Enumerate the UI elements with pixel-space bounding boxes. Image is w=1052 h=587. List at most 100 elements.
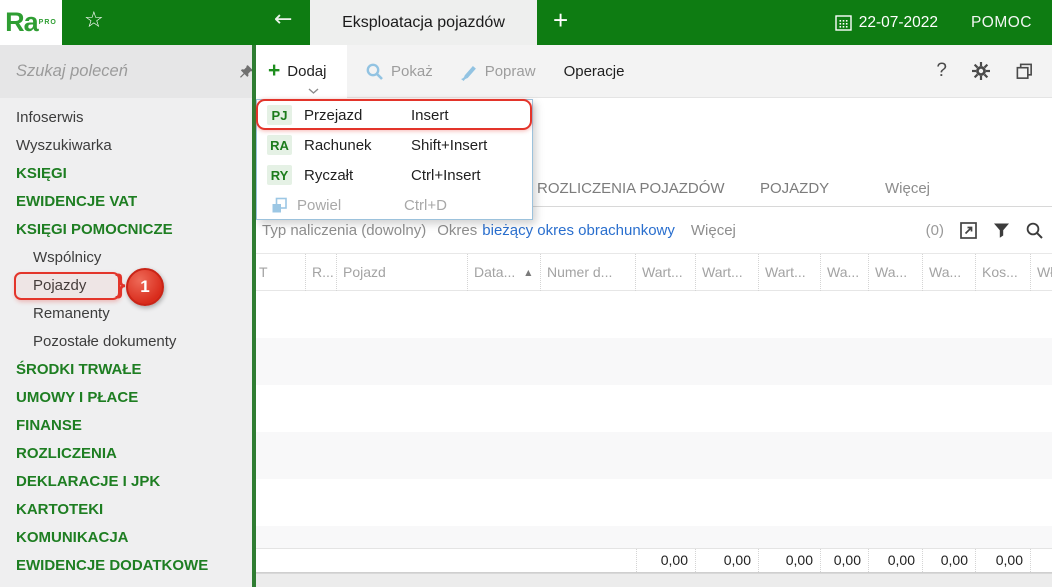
help-menu[interactable]: POMOC (971, 0, 1032, 45)
command-search-box (0, 45, 253, 98)
filter-more[interactable]: Więcej (691, 222, 736, 239)
calendar-icon (835, 15, 852, 31)
tab-wiecej[interactable]: Więcej (885, 180, 930, 197)
menu-item-powiel-shortcut: Ctrl+D (404, 196, 447, 214)
filter-type[interactable]: Typ naliczenia (dowolny) (262, 222, 426, 239)
operations-button-label: Operacje (563, 62, 625, 80)
sidebar-item-deklaracje-i-jpk[interactable]: DEKLARACJE I JPK (0, 468, 252, 496)
menu-item-przejazd-shortcut: Insert (411, 106, 449, 124)
summary-value-1: 0,00 (636, 549, 696, 572)
header-date-value: 22-07-2022 (858, 13, 938, 31)
search-icon (366, 63, 383, 80)
filter-right-controls: (0) (926, 221, 1052, 240)
sidebar-item-ksiegi[interactable]: KSIĘGI (0, 160, 252, 188)
column-header-wl[interactable]: Wł... (1031, 254, 1052, 291)
add-dropdown-menu: PJ Przejazd Insert RA Rachunek Shift+Ins… (256, 99, 533, 220)
grid-header: T R... Pojazd Data... ▲ Numer d... Wart..… (256, 254, 1052, 291)
edit-button-label: Popraw (484, 62, 536, 80)
new-tab-plus-icon[interactable]: + (553, 5, 568, 36)
filter-period-value[interactable]: bieżący okres obrachunkowy (482, 222, 675, 239)
menu-item-ryczalt[interactable]: RY Ryczałt Ctrl+Insert (257, 160, 532, 190)
sidebar-item-ewidencje-vat[interactable]: EWIDENCJE VAT (0, 188, 252, 216)
operations-button[interactable]: Operacje (554, 45, 635, 98)
sidebar-item-pojazdy[interactable]: Pojazdy (0, 272, 252, 300)
menu-item-przejazd[interactable]: PJ Przejazd Insert (257, 100, 532, 130)
column-header-wa-3[interactable]: Wa... (923, 254, 976, 291)
help-menu-label: POMOC (970, 13, 1032, 31)
summary-value-2: 0,00 (696, 549, 759, 572)
sidebar-item-remanenty[interactable]: Remanenty (0, 300, 252, 328)
sidebar: Infoserwis Wyszukiwarka KSIĘGI EWIDENCJE… (0, 45, 253, 587)
column-header-kos[interactable]: Kos... (976, 254, 1031, 291)
toolbar: + Dodaj Pokaż Popraw Operacje ? (256, 44, 1052, 98)
record-count: (0) (925, 221, 944, 239)
przejazd-badge: PJ (267, 105, 292, 125)
tab-pojazdy[interactable]: POJAZDY (760, 180, 829, 197)
menu-item-rachunek[interactable]: RA Rachunek Shift+Insert (257, 130, 532, 160)
menu-item-ryczalt-label: Ryczałt (304, 166, 354, 184)
menu-item-rachunek-shortcut: Shift+Insert (411, 136, 488, 154)
column-header-data-label: Data... (474, 264, 516, 280)
sidebar-item-srodki-trwale[interactable]: ŚRODKI TRWAŁE (0, 356, 252, 384)
rachunek-badge: RA (267, 135, 292, 155)
help-icon[interactable]: ? (936, 60, 947, 82)
column-header-data[interactable]: Data... ▲ (468, 254, 541, 291)
menu-item-powiel[interactable]: Powiel Ctrl+D (257, 190, 532, 220)
tab-rozliczenia-pojazdow[interactable]: ROZLICZENIA POJAZDÓW (537, 180, 725, 197)
command-search-input[interactable] (16, 62, 239, 81)
column-header-t[interactable]: T (256, 254, 306, 291)
header-date-control[interactable]: 22-07-2022 (835, 0, 938, 45)
app-window: Ra PRO ☆ ← Eksploatacja pojazdów + 22-07-… (0, 0, 1052, 587)
cascade-windows-icon[interactable] (1015, 62, 1034, 81)
column-header-wa-1[interactable]: Wa... (821, 254, 869, 291)
window-tab-eksploatacja-pojazdow[interactable]: Eksploatacja pojazdów (310, 0, 537, 45)
filter-funnel-icon[interactable] (993, 222, 1010, 239)
sidebar-item-pozostale-dokumenty[interactable]: Pozostałe dokumenty (0, 328, 252, 356)
sidebar-menu: Infoserwis Wyszukiwarka KSIĘGI EWIDENCJE… (0, 104, 252, 580)
app-logo: Ra PRO (0, 0, 62, 45)
column-header-pojazd[interactable]: Pojazd (337, 254, 468, 291)
menu-item-przejazd-label: Przejazd (304, 106, 363, 124)
column-header-wart-2[interactable]: Wart... (696, 254, 759, 291)
sidebar-item-rozliczenia[interactable]: ROZLICZENIA (0, 440, 252, 468)
column-header-wart-3[interactable]: Wart... (759, 254, 821, 291)
summary-value-6: 0,00 (923, 549, 976, 572)
edit-button[interactable]: Popraw (449, 45, 546, 98)
sort-ascending-icon: ▲ (525, 268, 532, 277)
sidebar-item-umowy-i-place[interactable]: UMOWY I PŁACE (0, 384, 252, 412)
column-header-r[interactable]: R... (306, 254, 337, 291)
window-tab-title: Eksploatacja pojazdów (342, 13, 505, 31)
sidebar-item-komunikacja[interactable]: KOMUNIKACJA (0, 524, 252, 552)
sidebar-item-infoserwis[interactable]: Infoserwis (0, 104, 252, 132)
show-button[interactable]: Pokaż (355, 45, 443, 98)
show-button-label: Pokaż (391, 62, 433, 80)
top-header-bar: Ra PRO ☆ ← Eksploatacja pojazdów + 22-07-… (0, 0, 1052, 45)
summary-spacer (256, 549, 636, 572)
grid-summary-row: 0,00 0,00 0,00 0,00 0,00 0,00 0,00 (256, 548, 1052, 573)
back-arrow-icon[interactable]: ← (274, 7, 292, 32)
open-in-window-icon[interactable] (959, 221, 978, 240)
brush-icon (460, 65, 476, 81)
toolbar-right-icons: ? (936, 60, 1052, 82)
grid-search-icon[interactable] (1025, 221, 1044, 240)
plus-icon: + (268, 58, 281, 82)
grid-bottom-band (256, 573, 1052, 587)
sidebar-item-wspolnicy[interactable]: Wspólnicy (0, 244, 252, 272)
duplicate-icon (272, 197, 287, 212)
favorites-star-icon[interactable]: ☆ (84, 8, 104, 33)
filter-period-label[interactable]: Okres (437, 222, 477, 239)
chevron-down-icon (308, 87, 319, 94)
sidebar-item-wyszukiwarka[interactable]: Wyszukiwarka (0, 132, 252, 160)
sidebar-item-ewidencje-dodatkowe[interactable]: EWIDENCJE DODATKOWE (0, 552, 252, 580)
column-header-numer[interactable]: Numer d... (541, 254, 636, 291)
add-button[interactable]: + Dodaj (256, 44, 347, 98)
gear-icon[interactable] (971, 61, 991, 81)
column-header-wa-2[interactable]: Wa... (869, 254, 923, 291)
sidebar-item-finanse[interactable]: FINANSE (0, 412, 252, 440)
column-header-wart-1[interactable]: Wart... (636, 254, 696, 291)
add-button-label: Dodaj (287, 62, 327, 80)
sidebar-item-kartoteki[interactable]: KARTOTEKI (0, 496, 252, 524)
sidebar-item-ksiegi-pomocnicze[interactable]: KSIĘGI POMOCNICZE (0, 216, 252, 244)
summary-value-4: 0,00 (821, 549, 869, 572)
summary-value-5: 0,00 (869, 549, 923, 572)
